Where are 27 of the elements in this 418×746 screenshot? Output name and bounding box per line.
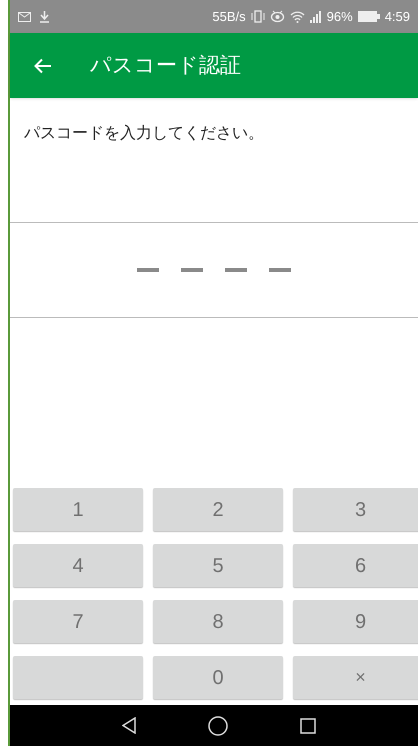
clock-time: 4:59 (384, 8, 410, 26)
digit-key[interactable]: 0 (153, 656, 283, 699)
digit-key[interactable]: 9 (293, 600, 418, 643)
battery-icon (358, 11, 380, 22)
digit-key[interactable]: 8 (153, 600, 283, 643)
download-icon (39, 10, 50, 22)
back-icon[interactable] (122, 717, 136, 734)
digit-key[interactable]: 2 (153, 488, 283, 531)
digit-key[interactable]: 1 (13, 488, 143, 531)
digit-key[interactable]: 4 (13, 544, 143, 587)
eye-icon (270, 10, 285, 23)
delete-key[interactable]: × (293, 656, 418, 699)
digit-key[interactable]: 7 (13, 600, 143, 643)
network-speed: 55B/s (212, 8, 246, 26)
back-arrow-icon[interactable] (34, 58, 52, 74)
digit-key[interactable]: 5 (153, 544, 283, 587)
home-icon[interactable] (208, 716, 228, 736)
mail-icon (18, 12, 31, 22)
vibrate-icon (250, 10, 265, 23)
battery-percent: 96% (326, 8, 353, 26)
digit-key[interactable]: 3 (293, 488, 418, 531)
instruction-text: パスコードを入力してください。 (24, 124, 265, 144)
wifi-icon (290, 10, 305, 22)
digit-key[interactable]: 6 (293, 544, 418, 587)
screen-title: パスコード認証 (90, 52, 241, 79)
recent-apps-icon[interactable] (300, 718, 316, 734)
signal-icon (310, 10, 322, 22)
